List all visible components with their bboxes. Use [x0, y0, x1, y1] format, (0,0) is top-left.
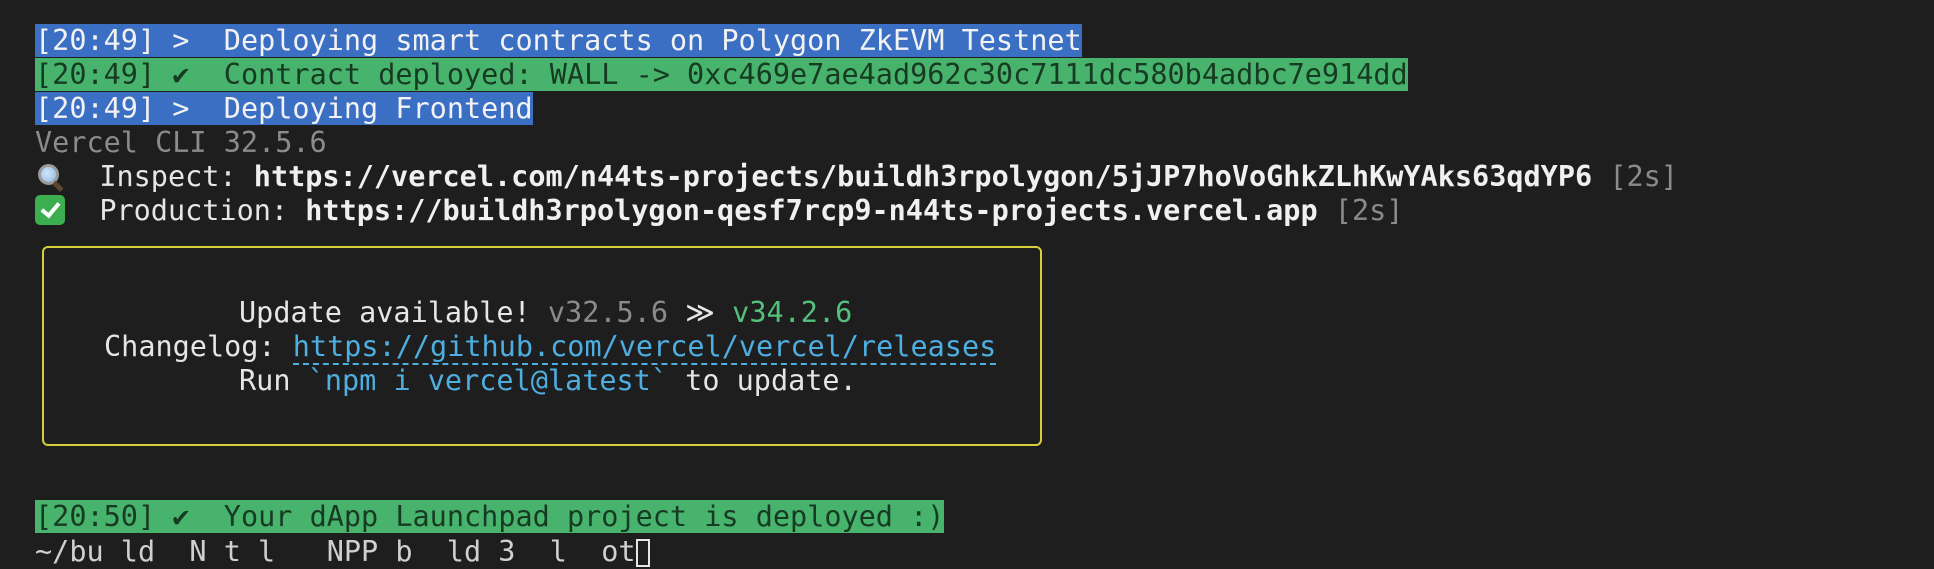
- run-command-line: Run `npm i vercel@latest` to update.: [239, 364, 857, 398]
- timestamp: [20:49]: [35, 24, 156, 57]
- timestamp: [20:49]: [35, 58, 156, 91]
- production-line: Production: https://buildh3rpolygon-qesf…: [35, 194, 1934, 228]
- update-command[interactable]: `npm i vercel@latest`: [308, 364, 668, 397]
- production-label: Production:: [99, 194, 289, 227]
- log-line-deploying-frontend: [20:49] > Deploying Frontend: [35, 92, 1934, 126]
- update-available-box: Update available! v32.5.6 ≫ v34.2.6 Chan…: [42, 246, 1042, 446]
- log-highlight: [20:50] ✔ Your dApp Launchpad project is…: [35, 500, 945, 533]
- run-label: Run: [239, 364, 291, 397]
- log-message: Deploying Frontend: [223, 92, 533, 125]
- log-line-deploying-contracts: [20:49] > Deploying smart contracts on P…: [35, 24, 1934, 58]
- run-suffix: to update.: [685, 364, 857, 397]
- terminal-output: [20:49] > Deploying smart contracts on P…: [35, 24, 1934, 568]
- check-mark-button-icon: [35, 195, 65, 225]
- shell-prompt: ~/bu ld N t l NPP b ld 3 l ot: [35, 535, 636, 568]
- timestamp: [20:49]: [35, 92, 156, 125]
- changelog-label: Changelog:: [104, 330, 276, 363]
- magnifying-glass-icon: [35, 161, 65, 191]
- log-highlight: [20:49] ✔ Contract deployed: WALL -> 0xc…: [35, 58, 1408, 91]
- update-title-line: Update available! v32.5.6 ≫ v34.2.6: [239, 296, 852, 330]
- inspect-line: Inspect: https://vercel.com/n44ts-projec…: [35, 160, 1934, 194]
- inspect-label: Inspect:: [99, 160, 237, 193]
- vercel-cli-version: Vercel CLI 32.5.6: [35, 126, 327, 159]
- log-line-contract-deployed: [20:49] ✔ Contract deployed: WALL -> 0xc…: [35, 58, 1934, 92]
- log-line-project-deployed: [20:50] ✔ Your dApp Launchpad project is…: [35, 500, 945, 534]
- changelog-link[interactable]: https://github.com/vercel/vercel/release…: [292, 330, 997, 365]
- changelog-line: Changelog: https://github.com/vercel/ver…: [104, 330, 997, 365]
- shell-prompt-line[interactable]: ~/bu ld N t l NPP b ld 3 l ot: [35, 535, 650, 569]
- current-version: v32.5.6: [547, 296, 668, 329]
- prompt-symbol: >: [172, 92, 190, 125]
- terminal-cursor: [635, 539, 650, 567]
- inspect-duration: [2s]: [1609, 160, 1678, 193]
- timestamp: [20:50]: [35, 500, 156, 533]
- log-message: Deploying smart contracts on Polygon ZkE…: [223, 24, 1082, 57]
- check-icon: ✔: [172, 500, 190, 533]
- log-highlight: [20:49] > Deploying Frontend: [35, 92, 533, 125]
- log-message: Contract deployed: WALL -> 0xc469e7ae4ad…: [223, 58, 1408, 91]
- prompt-symbol: >: [172, 24, 190, 57]
- update-title: Update available!: [239, 296, 531, 329]
- double-arrow-icon: ≫: [685, 296, 715, 329]
- production-url[interactable]: https://buildh3rpolygon-qesf7rcp9-n44ts-…: [305, 194, 1317, 227]
- inspect-url[interactable]: https://vercel.com/n44ts-projects/buildh…: [254, 160, 1592, 193]
- log-highlight: [20:49] > Deploying smart contracts on P…: [35, 24, 1082, 57]
- log-message: Your dApp Launchpad project is deployed …: [223, 500, 945, 533]
- production-duration: [2s]: [1334, 194, 1404, 227]
- check-icon: ✔: [172, 58, 190, 91]
- new-version: v34.2.6: [732, 296, 853, 329]
